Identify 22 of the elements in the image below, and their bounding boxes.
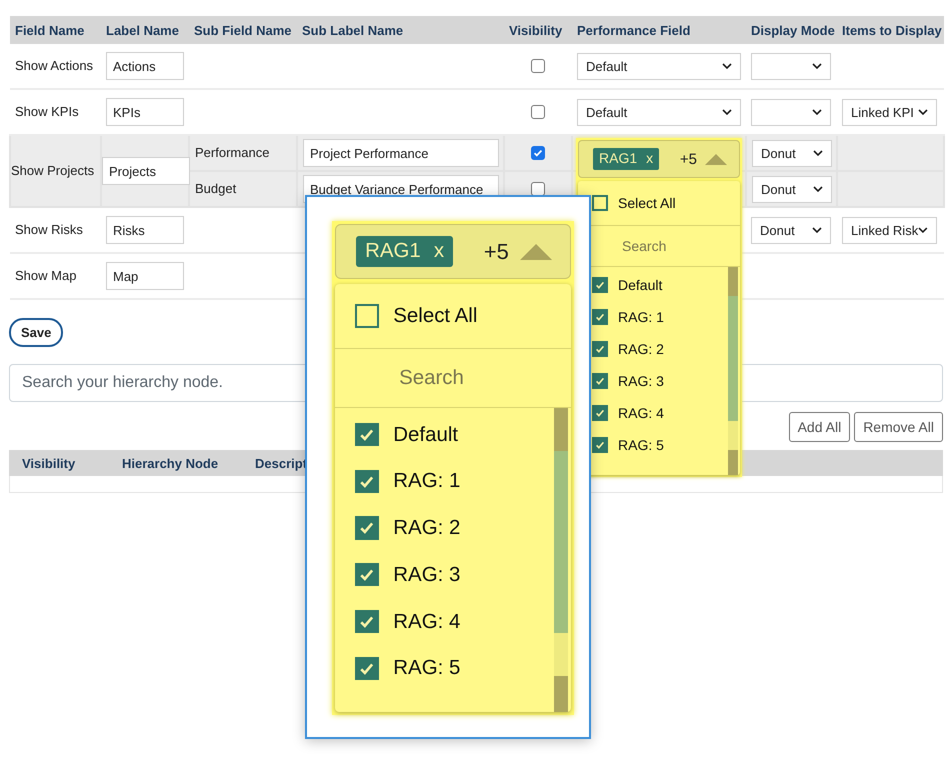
sub-field-name: Budget [195,180,236,198]
column-header: Sub Label Name [302,22,404,38]
column-header: Display Mode [751,22,835,38]
field-name: Show Map [15,267,76,286]
sub-field-name: Performance [195,144,270,162]
column-header: Visibility [21,456,76,470]
column-header: Label Name [106,22,179,38]
chip-label: RAG1 [599,151,638,167]
column-header: Items to Display [842,22,942,38]
column-header: Visibility [509,22,562,38]
chip-label: RAG1 [365,240,421,263]
column-header: Performance Field [577,22,690,38]
field-name: Show KPIs [15,103,79,122]
column-header: Hierarchy Node [122,456,220,470]
column-header: Descript [255,456,308,470]
field-name: Show Actions [15,57,94,76]
field-name: Show Projects [11,162,94,180]
more-count: +5 [484,238,509,265]
column-header: Sub Field Name [194,22,292,38]
more-count: +5 [680,150,697,168]
column-header: Field Name [15,22,84,38]
field-name: Show Risks [15,221,83,240]
